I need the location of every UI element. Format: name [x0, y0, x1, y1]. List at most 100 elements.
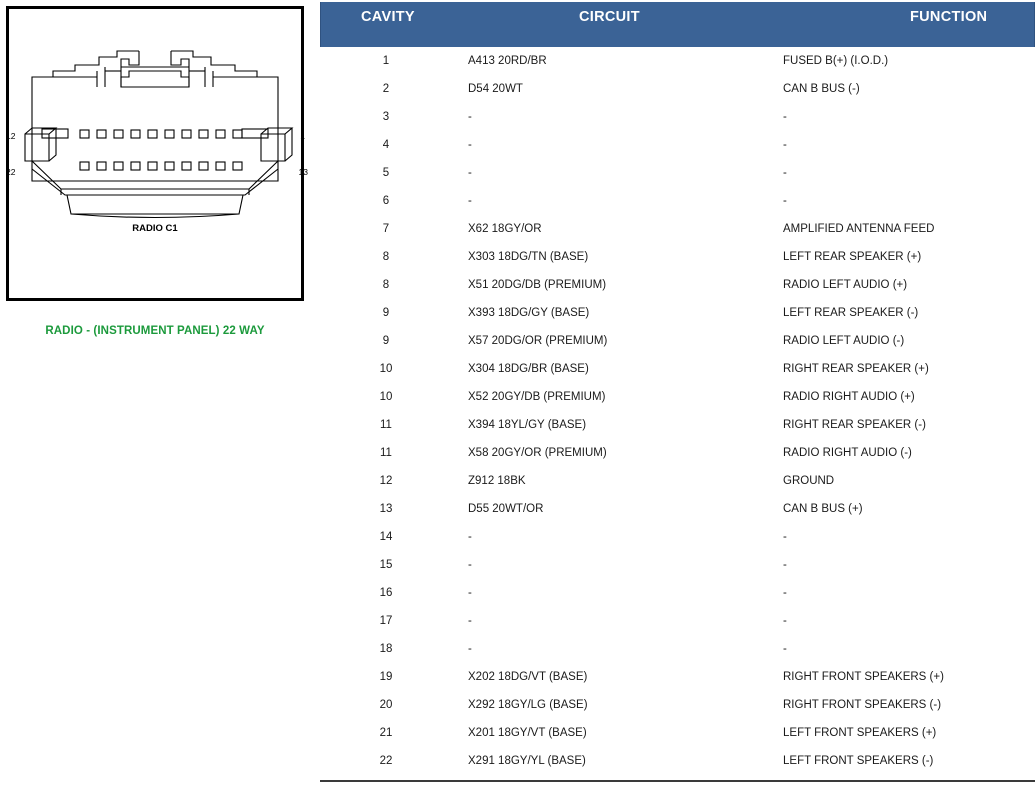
- connector-illustration: RADIO C1: [24, 50, 294, 234]
- cell-function: RADIO LEFT AUDIO (-): [783, 335, 905, 347]
- cell-circuit: D55 20WT/OR: [468, 503, 544, 515]
- table-row: 22 X291 18GY/YL (BASE) LEFT FRONT SPEAKERS…: [320, 747, 1035, 775]
- cell-function: -: [783, 167, 787, 179]
- table-row: 21 X201 18GY/VT (BASE) LEFT FRONT SPEAKERS…: [320, 719, 1035, 747]
- cell-circuit: A413 20RD/BR: [468, 55, 547, 67]
- pinout-table: CAVITY CIRCUIT FUNCTION 1 A413 20RD/BR FUS…: [320, 0, 1035, 788]
- table-row: 20 X292 18GY/LG (BASE) RIGHT FRONT SPEAKER…: [320, 691, 1035, 719]
- table-row: 7 X62 18GY/OR AMPLIFIED ANTENNA FEED: [320, 215, 1035, 243]
- cell-circuit: -: [468, 587, 472, 599]
- table-row: 8 X51 20DG/DB (PREMIUM) RADIO LEFT AUDIO (…: [320, 271, 1035, 299]
- cell-circuit: -: [468, 559, 472, 571]
- cell-function: -: [783, 643, 787, 655]
- cell-cavity: 1: [382, 55, 390, 67]
- table-row: 11 X394 18YL/GY (BASE) RIGHT REAR SPEAKER …: [320, 411, 1035, 439]
- pin-label-13: 13: [298, 167, 308, 177]
- cell-circuit: -: [468, 195, 472, 207]
- cell-cavity: 22: [379, 755, 393, 767]
- cell-cavity: 10: [379, 363, 393, 375]
- cell-circuit: X62 18GY/OR: [468, 223, 542, 235]
- table-row: 3 - -: [320, 103, 1035, 131]
- table-row: 17 - -: [320, 607, 1035, 635]
- table-row: 8 X303 18DG/TN (BASE) LEFT REAR SPEAKER (+…: [320, 243, 1035, 271]
- cell-function: -: [783, 111, 787, 123]
- cell-function: AMPLIFIED ANTENNA FEED: [783, 223, 935, 235]
- table-body: 1 A413 20RD/BR FUSED B(+) (I.O.D.) 2 D54 20W…: [320, 47, 1035, 775]
- cell-function: -: [783, 587, 787, 599]
- pin-label-22: 22: [6, 167, 16, 177]
- cell-function: RIGHT FRONT SPEAKERS (-): [783, 699, 942, 711]
- table-row: 14 - -: [320, 523, 1035, 551]
- cell-circuit: -: [468, 531, 472, 543]
- table-bottom-rule: [320, 780, 1035, 782]
- table-row: 10 X52 20GY/DB (PREMIUM) RADIO RIGHT AUDIO…: [320, 383, 1035, 411]
- cell-function: RADIO LEFT AUDIO (+): [783, 279, 908, 291]
- cell-cavity: 17: [379, 615, 393, 627]
- cell-cavity: 16: [379, 587, 393, 599]
- pin-label-12: 12: [6, 131, 16, 141]
- table-row: 16 - -: [320, 579, 1035, 607]
- cell-circuit: Z912 18BK: [468, 475, 526, 487]
- cell-circuit: X202 18DG/VT (BASE): [468, 671, 588, 683]
- cell-function: -: [783, 615, 787, 627]
- table-row: 9 X57 20DG/OR (PREMIUM) RADIO LEFT AUDIO (…: [320, 327, 1035, 355]
- cell-function: LEFT REAR SPEAKER (+): [783, 251, 922, 263]
- cell-circuit: X291 18GY/YL (BASE): [468, 755, 586, 767]
- cell-circuit: -: [468, 167, 472, 179]
- table-header-row: CAVITY CIRCUIT FUNCTION: [320, 2, 1035, 47]
- table-row: 12 Z912 18BK GROUND: [320, 467, 1035, 495]
- table-row: 4 - -: [320, 131, 1035, 159]
- cell-cavity: 8: [382, 251, 390, 263]
- cell-cavity: 6: [382, 195, 390, 207]
- cell-cavity: 2: [382, 83, 390, 95]
- cell-cavity: 20: [379, 699, 393, 711]
- cell-cavity: 10: [379, 391, 393, 403]
- cell-cavity: 11: [380, 419, 392, 431]
- connector-name-label: RADIO C1: [132, 223, 178, 234]
- cell-function: CAN B BUS (+): [783, 503, 863, 515]
- cell-cavity: 9: [382, 307, 390, 319]
- table-row: 5 - -: [320, 159, 1035, 187]
- cell-function: RADIO RIGHT AUDIO (+): [783, 391, 915, 403]
- cell-circuit: X292 18GY/LG (BASE): [468, 699, 588, 711]
- cell-function: -: [783, 531, 787, 543]
- cell-circuit: D54 20WT: [468, 83, 523, 95]
- connector-diagram-panel: RADIO C1 12 22 1 13 RADIO - (INSTRUMENT …: [0, 0, 318, 788]
- cell-circuit: X393 18DG/GY (BASE): [468, 307, 590, 319]
- table-row: 9 X393 18DG/GY (BASE) LEFT REAR SPEAKER (-…: [320, 299, 1035, 327]
- column-header-circuit: CIRCUIT: [579, 9, 640, 25]
- cell-cavity: 12: [379, 475, 393, 487]
- cell-function: LEFT FRONT SPEAKERS (+): [783, 727, 937, 739]
- cell-cavity: 5: [382, 167, 390, 179]
- cell-function: -: [783, 559, 787, 571]
- table-row: 19 X202 18DG/VT (BASE) RIGHT FRONT SPEAKER…: [320, 663, 1035, 691]
- cell-circuit: X52 20GY/DB (PREMIUM): [468, 391, 606, 403]
- cell-circuit: -: [468, 111, 472, 123]
- cell-function: RIGHT REAR SPEAKER (-): [783, 419, 926, 431]
- cell-cavity: 19: [379, 671, 393, 683]
- cell-cavity: 8: [382, 279, 390, 291]
- cell-function: -: [783, 139, 787, 151]
- cell-function: RADIO RIGHT AUDIO (-): [783, 447, 912, 459]
- cell-circuit: X394 18YL/GY (BASE): [468, 419, 587, 431]
- cell-circuit: X57 20DG/OR (PREMIUM): [468, 335, 608, 347]
- connector-caption: RADIO - (INSTRUMENT PANEL) 22 WAY: [45, 325, 265, 337]
- cell-cavity: 18: [379, 643, 393, 655]
- cell-function: LEFT REAR SPEAKER (-): [783, 307, 919, 319]
- table-row: 2 D54 20WT CAN B BUS (-): [320, 75, 1035, 103]
- table-row: 1 A413 20RD/BR FUSED B(+) (I.O.D.): [320, 47, 1035, 75]
- cell-function: FUSED B(+) (I.O.D.): [783, 55, 889, 67]
- cell-cavity: 15: [379, 559, 393, 571]
- cell-function: RIGHT FRONT SPEAKERS (+): [783, 671, 944, 683]
- cell-circuit: X304 18DG/BR (BASE): [468, 363, 589, 375]
- cell-cavity: 21: [379, 727, 393, 739]
- cell-cavity: 14: [379, 531, 393, 543]
- table-row: 10 X304 18DG/BR (BASE) RIGHT REAR SPEAKER …: [320, 355, 1035, 383]
- cell-function: RIGHT REAR SPEAKER (+): [783, 363, 929, 375]
- cell-circuit: X201 18GY/VT (BASE): [468, 727, 587, 739]
- cell-cavity: 7: [382, 223, 390, 235]
- cell-cavity: 9: [382, 335, 390, 347]
- column-header-function: FUNCTION: [910, 9, 988, 25]
- cell-circuit: X51 20DG/DB (PREMIUM): [468, 279, 607, 291]
- cell-function: CAN B BUS (-): [783, 83, 860, 95]
